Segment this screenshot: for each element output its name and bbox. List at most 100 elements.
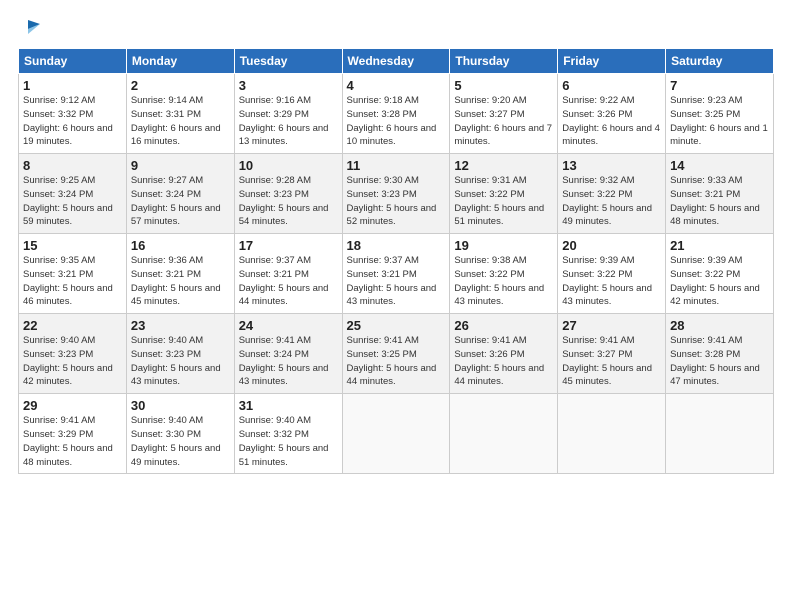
- calendar-week-row: 15 Sunrise: 9:35 AMSunset: 3:21 PMDaylig…: [19, 234, 774, 314]
- calendar-cell: [666, 394, 774, 474]
- day-number: 7: [670, 78, 769, 93]
- day-detail: Sunrise: 9:39 AMSunset: 3:22 PMDaylight:…: [562, 255, 652, 307]
- day-detail: Sunrise: 9:22 AMSunset: 3:26 PMDaylight:…: [562, 95, 660, 147]
- day-number: 28: [670, 318, 769, 333]
- day-detail: Sunrise: 9:41 AMSunset: 3:28 PMDaylight:…: [670, 335, 760, 387]
- day-detail: Sunrise: 9:37 AMSunset: 3:21 PMDaylight:…: [239, 255, 329, 307]
- day-detail: Sunrise: 9:20 AMSunset: 3:27 PMDaylight:…: [454, 95, 552, 147]
- calendar-cell: 18 Sunrise: 9:37 AMSunset: 3:21 PMDaylig…: [342, 234, 450, 314]
- day-number: 18: [347, 238, 446, 253]
- calendar-week-row: 22 Sunrise: 9:40 AMSunset: 3:23 PMDaylig…: [19, 314, 774, 394]
- day-number: 22: [23, 318, 122, 333]
- day-number: 2: [131, 78, 230, 93]
- day-detail: Sunrise: 9:28 AMSunset: 3:23 PMDaylight:…: [239, 175, 329, 227]
- day-detail: Sunrise: 9:41 AMSunset: 3:24 PMDaylight:…: [239, 335, 329, 387]
- weekday-header: Wednesday: [342, 49, 450, 74]
- day-number: 19: [454, 238, 553, 253]
- calendar-cell: 21 Sunrise: 9:39 AMSunset: 3:22 PMDaylig…: [666, 234, 774, 314]
- calendar-cell: 6 Sunrise: 9:22 AMSunset: 3:26 PMDayligh…: [558, 74, 666, 154]
- weekday-header: Friday: [558, 49, 666, 74]
- day-detail: Sunrise: 9:41 AMSunset: 3:27 PMDaylight:…: [562, 335, 652, 387]
- day-number: 12: [454, 158, 553, 173]
- calendar-cell: 24 Sunrise: 9:41 AMSunset: 3:24 PMDaylig…: [234, 314, 342, 394]
- day-number: 24: [239, 318, 338, 333]
- calendar-cell: 7 Sunrise: 9:23 AMSunset: 3:25 PMDayligh…: [666, 74, 774, 154]
- header: [18, 18, 774, 38]
- day-detail: Sunrise: 9:14 AMSunset: 3:31 PMDaylight:…: [131, 95, 221, 147]
- calendar-week-row: 29 Sunrise: 9:41 AMSunset: 3:29 PMDaylig…: [19, 394, 774, 474]
- calendar-cell: 4 Sunrise: 9:18 AMSunset: 3:28 PMDayligh…: [342, 74, 450, 154]
- day-number: 11: [347, 158, 446, 173]
- calendar-cell: 9 Sunrise: 9:27 AMSunset: 3:24 PMDayligh…: [126, 154, 234, 234]
- day-detail: Sunrise: 9:27 AMSunset: 3:24 PMDaylight:…: [131, 175, 221, 227]
- day-detail: Sunrise: 9:25 AMSunset: 3:24 PMDaylight:…: [23, 175, 113, 227]
- day-detail: Sunrise: 9:12 AMSunset: 3:32 PMDaylight:…: [23, 95, 113, 147]
- calendar-cell: 13 Sunrise: 9:32 AMSunset: 3:22 PMDaylig…: [558, 154, 666, 234]
- calendar-cell: 14 Sunrise: 9:33 AMSunset: 3:21 PMDaylig…: [666, 154, 774, 234]
- day-number: 13: [562, 158, 661, 173]
- calendar-cell: 12 Sunrise: 9:31 AMSunset: 3:22 PMDaylig…: [450, 154, 558, 234]
- day-detail: Sunrise: 9:38 AMSunset: 3:22 PMDaylight:…: [454, 255, 544, 307]
- day-detail: Sunrise: 9:39 AMSunset: 3:22 PMDaylight:…: [670, 255, 760, 307]
- day-detail: Sunrise: 9:41 AMSunset: 3:29 PMDaylight:…: [23, 415, 113, 467]
- day-number: 31: [239, 398, 338, 413]
- calendar-cell: 15 Sunrise: 9:35 AMSunset: 3:21 PMDaylig…: [19, 234, 127, 314]
- weekday-header: Monday: [126, 49, 234, 74]
- calendar-cell: 30 Sunrise: 9:40 AMSunset: 3:30 PMDaylig…: [126, 394, 234, 474]
- day-number: 10: [239, 158, 338, 173]
- day-number: 15: [23, 238, 122, 253]
- day-detail: Sunrise: 9:41 AMSunset: 3:25 PMDaylight:…: [347, 335, 437, 387]
- day-number: 1: [23, 78, 122, 93]
- calendar-cell: 2 Sunrise: 9:14 AMSunset: 3:31 PMDayligh…: [126, 74, 234, 154]
- day-detail: Sunrise: 9:33 AMSunset: 3:21 PMDaylight:…: [670, 175, 760, 227]
- calendar-cell: 25 Sunrise: 9:41 AMSunset: 3:25 PMDaylig…: [342, 314, 450, 394]
- day-number: 5: [454, 78, 553, 93]
- calendar-cell: 8 Sunrise: 9:25 AMSunset: 3:24 PMDayligh…: [19, 154, 127, 234]
- calendar-cell: 23 Sunrise: 9:40 AMSunset: 3:23 PMDaylig…: [126, 314, 234, 394]
- calendar-cell: 22 Sunrise: 9:40 AMSunset: 3:23 PMDaylig…: [19, 314, 127, 394]
- calendar-cell: 19 Sunrise: 9:38 AMSunset: 3:22 PMDaylig…: [450, 234, 558, 314]
- day-detail: Sunrise: 9:18 AMSunset: 3:28 PMDaylight:…: [347, 95, 437, 147]
- calendar-cell: 28 Sunrise: 9:41 AMSunset: 3:28 PMDaylig…: [666, 314, 774, 394]
- day-number: 14: [670, 158, 769, 173]
- calendar-table: SundayMondayTuesdayWednesdayThursdayFrid…: [18, 48, 774, 474]
- calendar-cell: 17 Sunrise: 9:37 AMSunset: 3:21 PMDaylig…: [234, 234, 342, 314]
- calendar-cell: 1 Sunrise: 9:12 AMSunset: 3:32 PMDayligh…: [19, 74, 127, 154]
- day-detail: Sunrise: 9:36 AMSunset: 3:21 PMDaylight:…: [131, 255, 221, 307]
- day-number: 21: [670, 238, 769, 253]
- day-number: 17: [239, 238, 338, 253]
- calendar-cell: 5 Sunrise: 9:20 AMSunset: 3:27 PMDayligh…: [450, 74, 558, 154]
- day-number: 9: [131, 158, 230, 173]
- day-detail: Sunrise: 9:31 AMSunset: 3:22 PMDaylight:…: [454, 175, 544, 227]
- calendar-cell: 3 Sunrise: 9:16 AMSunset: 3:29 PMDayligh…: [234, 74, 342, 154]
- day-number: 30: [131, 398, 230, 413]
- day-detail: Sunrise: 9:40 AMSunset: 3:23 PMDaylight:…: [131, 335, 221, 387]
- weekday-header: Saturday: [666, 49, 774, 74]
- calendar-cell: 11 Sunrise: 9:30 AMSunset: 3:23 PMDaylig…: [342, 154, 450, 234]
- calendar-cell: 16 Sunrise: 9:36 AMSunset: 3:21 PMDaylig…: [126, 234, 234, 314]
- weekday-header: Thursday: [450, 49, 558, 74]
- calendar-cell: 20 Sunrise: 9:39 AMSunset: 3:22 PMDaylig…: [558, 234, 666, 314]
- day-number: 6: [562, 78, 661, 93]
- logo: [18, 18, 42, 38]
- day-number: 25: [347, 318, 446, 333]
- day-number: 20: [562, 238, 661, 253]
- weekday-header-row: SundayMondayTuesdayWednesdayThursdayFrid…: [19, 49, 774, 74]
- calendar-cell: 31 Sunrise: 9:40 AMSunset: 3:32 PMDaylig…: [234, 394, 342, 474]
- day-detail: Sunrise: 9:41 AMSunset: 3:26 PMDaylight:…: [454, 335, 544, 387]
- calendar-cell: 29 Sunrise: 9:41 AMSunset: 3:29 PMDaylig…: [19, 394, 127, 474]
- logo-icon: [20, 16, 42, 38]
- day-number: 27: [562, 318, 661, 333]
- day-detail: Sunrise: 9:40 AMSunset: 3:23 PMDaylight:…: [23, 335, 113, 387]
- day-number: 4: [347, 78, 446, 93]
- calendar-cell: 26 Sunrise: 9:41 AMSunset: 3:26 PMDaylig…: [450, 314, 558, 394]
- calendar-cell: [342, 394, 450, 474]
- weekday-header: Sunday: [19, 49, 127, 74]
- weekday-header: Tuesday: [234, 49, 342, 74]
- page: SundayMondayTuesdayWednesdayThursdayFrid…: [0, 0, 792, 484]
- day-detail: Sunrise: 9:16 AMSunset: 3:29 PMDaylight:…: [239, 95, 329, 147]
- day-number: 29: [23, 398, 122, 413]
- day-detail: Sunrise: 9:35 AMSunset: 3:21 PMDaylight:…: [23, 255, 113, 307]
- calendar-week-row: 1 Sunrise: 9:12 AMSunset: 3:32 PMDayligh…: [19, 74, 774, 154]
- day-number: 16: [131, 238, 230, 253]
